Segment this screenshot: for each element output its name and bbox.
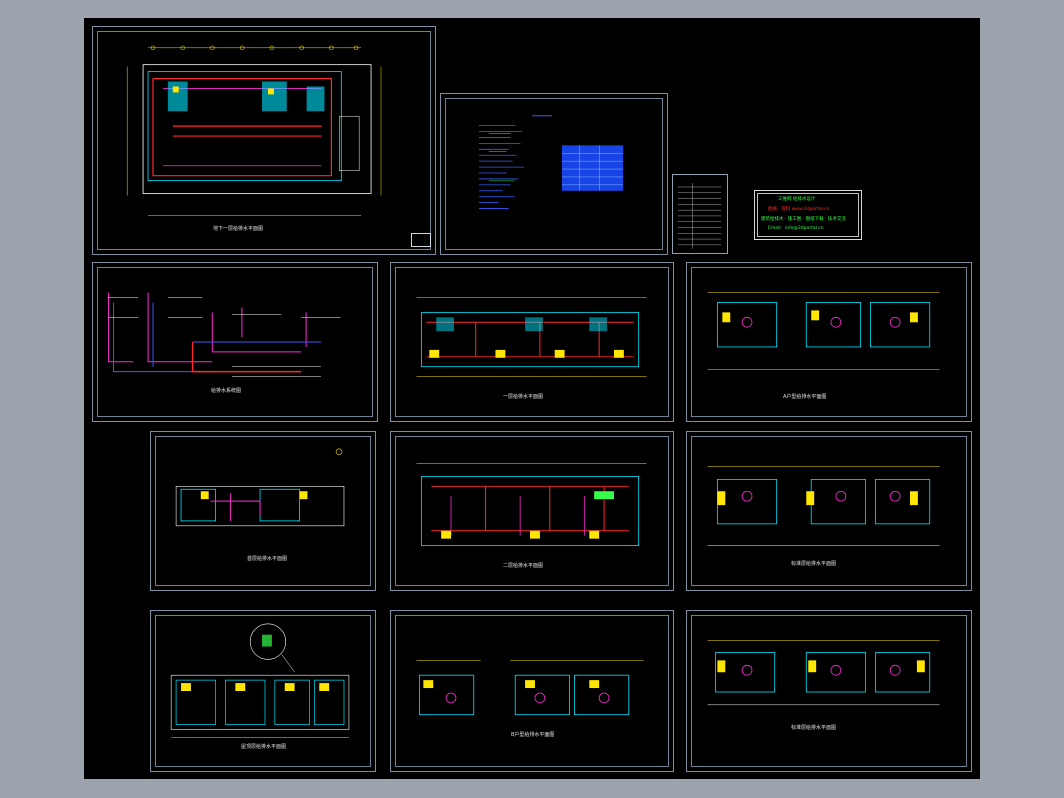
publisher-stamp: 三维网 给排水设计 图纸 · 资料 www.3dportal.cn 建筑给排水 … (754, 190, 862, 240)
sheet-roof-plan[interactable]: 屋顶层给排水平面图 (150, 610, 376, 772)
system-diagram-drawing (108, 292, 341, 377)
sheet-system-diagram[interactable]: 给排水系统图 (92, 262, 378, 422)
design-notes-drawing (478, 115, 624, 209)
basement-plan-caption: 地下一层给排水平面图 (213, 226, 264, 232)
sheet-design-notes[interactable] (440, 93, 668, 255)
sheet-std-b-plan[interactable]: 标准层给排水平面图 (686, 610, 972, 772)
notes-text-lines (478, 125, 525, 209)
stamp-line-1: 三维网 给排水设计 (778, 197, 816, 202)
stamp-line-4: Email：info@3dportal.cn (768, 226, 824, 231)
sheet-2f-plan[interactable]: 二层给排水平面图 (390, 431, 674, 591)
roof-plan-caption: 屋顶层给排水平面图 (241, 744, 287, 750)
sheet-unit-b-plan[interactable]: B户型给排水平面图 (390, 610, 674, 772)
sheet-ground-plan[interactable]: 首层给排水平面图 (150, 431, 376, 591)
basement-titleblock (411, 233, 431, 247)
2f-plan-caption: 二层给排水平面图 (503, 563, 544, 569)
ground-plan-caption: 首层给排水平面图 (247, 556, 288, 562)
sheet-1f-plan[interactable]: 一层给排水平面图 (390, 262, 674, 422)
stamp-line-2: 图纸 · 资料 www.3dportal.cn (768, 207, 830, 212)
sheet-std-a-plan[interactable]: 标准层给排水平面图 (686, 431, 972, 591)
std-b-plan-drawing (707, 640, 940, 706)
1f-plan-caption: 一层给排水平面图 (503, 394, 544, 400)
unit-b-plan-drawing (416, 660, 644, 716)
basement-plan-drawing (126, 45, 382, 216)
sheet-basement-plan[interactable]: 地下一层给排水平面图 (92, 26, 436, 255)
stamp-line-3: 建筑给排水 · 施工图 · 图纸下载 · 技术交流 (761, 217, 846, 222)
sheet-unit-a-plan[interactable]: A户型给排水平面图 (686, 262, 972, 422)
ground-plan-drawing (175, 448, 345, 527)
std-a-plan-caption: 标准层给排水平面图 (791, 561, 837, 567)
system-diagram-caption: 给排水系统图 (211, 388, 242, 394)
unit-a-plan-drawing (707, 292, 940, 370)
sheet-legend[interactable] (672, 174, 728, 254)
cad-model-space[interactable]: 地下一层给排水平面图 三维网 给排水设计 图纸 · 资料 www.3dporta… (84, 18, 980, 779)
unit-b-plan-caption: B户型给排水平面图 (511, 732, 555, 738)
unit-a-plan-caption: A户型给排水平面图 (783, 394, 827, 400)
equipment-table (561, 145, 624, 191)
std-b-plan-caption: 标准层给排水平面图 (791, 725, 837, 731)
